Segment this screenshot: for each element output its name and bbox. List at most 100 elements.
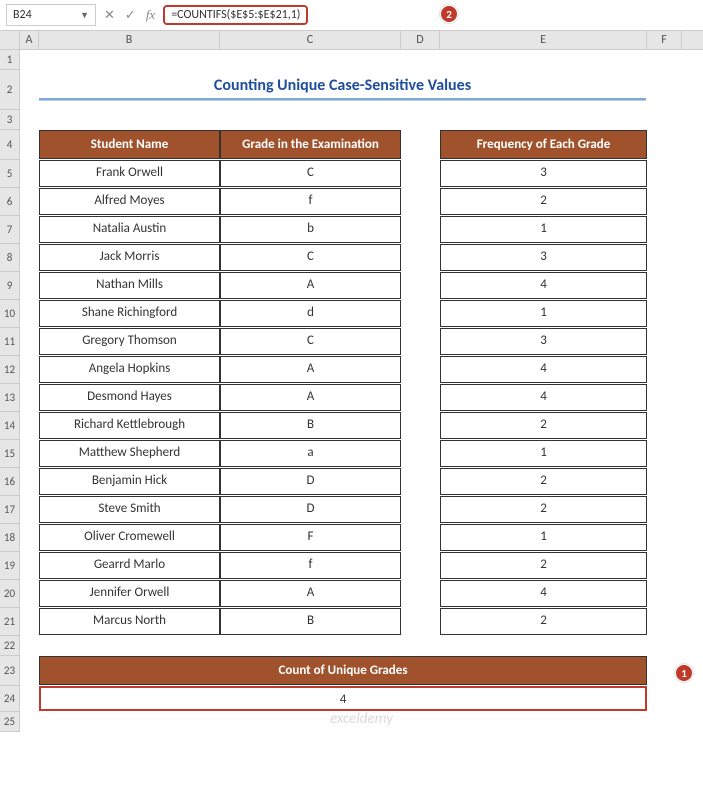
- name-box[interactable]: B24 ▼: [6, 4, 96, 26]
- fx-icon[interactable]: fx: [146, 7, 155, 23]
- cancel-icon[interactable]: ✕: [104, 8, 115, 23]
- cell-grade[interactable]: f: [220, 552, 401, 579]
- cell-grade[interactable]: f: [220, 188, 401, 215]
- cell-name[interactable]: Matthew Shepherd: [39, 440, 220, 467]
- cell-name[interactable]: Steve Smith: [39, 496, 220, 523]
- cell-freq[interactable]: 2: [440, 552, 647, 579]
- table-row: Marcus NorthB 2: [20, 608, 703, 636]
- cell-grade[interactable]: A: [220, 356, 401, 383]
- cell-freq[interactable]: 4: [440, 384, 647, 411]
- cell-name[interactable]: Gearrd Marlo: [39, 552, 220, 579]
- cell-freq[interactable]: 2: [440, 608, 647, 635]
- row-header[interactable]: 13: [0, 384, 20, 412]
- count-value-cell[interactable]: 4: [39, 686, 647, 711]
- row-header[interactable]: 23: [0, 656, 20, 686]
- cell-grade[interactable]: D: [220, 468, 401, 495]
- chevron-down-icon[interactable]: ▼: [80, 10, 89, 21]
- row-header[interactable]: 12: [0, 356, 20, 384]
- cell-freq[interactable]: 2: [440, 496, 647, 523]
- cell-freq[interactable]: 1: [440, 216, 647, 243]
- cell-freq[interactable]: 3: [440, 328, 647, 355]
- row-header[interactable]: 7: [0, 216, 20, 244]
- row-header[interactable]: 9: [0, 272, 20, 300]
- row-header[interactable]: 20: [0, 580, 20, 608]
- cell-grade[interactable]: C: [220, 244, 401, 271]
- cell-name[interactable]: Alfred Moyes: [39, 188, 220, 215]
- cell-freq[interactable]: 4: [440, 580, 647, 607]
- cell-name[interactable]: Richard Kettlebrough: [39, 412, 220, 439]
- row-header[interactable]: 21: [0, 608, 20, 636]
- row-header[interactable]: 15: [0, 440, 20, 468]
- cell-grade[interactable]: D: [220, 496, 401, 523]
- row-header[interactable]: 16: [0, 468, 20, 496]
- row-header[interactable]: 4: [0, 130, 20, 160]
- sheet[interactable]: Counting Unique Case-Sensitive Values St…: [20, 50, 703, 732]
- cell-name[interactable]: Jennifer Orwell: [39, 580, 220, 607]
- col-header-D[interactable]: D: [401, 31, 440, 49]
- row-header[interactable]: 1: [0, 50, 20, 70]
- accept-icon[interactable]: ✓: [125, 8, 136, 23]
- cell-name[interactable]: Jack Morris: [39, 244, 220, 271]
- cell-name[interactable]: Natalia Austin: [39, 216, 220, 243]
- table-row: Richard KettlebroughB 2: [20, 412, 703, 440]
- cell-grade[interactable]: B: [220, 608, 401, 635]
- row-header[interactable]: 17: [0, 496, 20, 524]
- col-header-C[interactable]: C: [220, 31, 401, 49]
- cell-name[interactable]: Gregory Thomson: [39, 328, 220, 355]
- row-header[interactable]: 19: [0, 552, 20, 580]
- table-row: Natalia Austinb 1: [20, 216, 703, 244]
- row-header[interactable]: 18: [0, 524, 20, 552]
- row-header[interactable]: 2: [0, 70, 20, 110]
- row-header[interactable]: 22: [0, 636, 20, 656]
- table-row: Steve SmithD 2: [20, 496, 703, 524]
- cell-name[interactable]: Oliver Cromewell: [39, 524, 220, 551]
- cell-freq[interactable]: 2: [440, 412, 647, 439]
- cell-name[interactable]: Nathan Mills: [39, 272, 220, 299]
- cell-grade[interactable]: A: [220, 272, 401, 299]
- cell-freq[interactable]: 4: [440, 272, 647, 299]
- table-row: Gregory ThomsonC 3: [20, 328, 703, 356]
- callout-2: 2: [440, 5, 458, 23]
- cell-freq[interactable]: 2: [440, 188, 647, 215]
- cell-freq[interactable]: 1: [440, 440, 647, 467]
- cell-freq[interactable]: 1: [440, 300, 647, 327]
- cell-name[interactable]: Marcus North: [39, 608, 220, 635]
- cell-grade[interactable]: F: [220, 524, 401, 551]
- header-student: Student Name: [39, 130, 220, 159]
- row-header[interactable]: 8: [0, 244, 20, 272]
- cell-name[interactable]: Angela Hopkins: [39, 356, 220, 383]
- row-header[interactable]: 14: [0, 412, 20, 440]
- col-header-F[interactable]: F: [647, 31, 682, 49]
- cell-freq[interactable]: 3: [440, 244, 647, 271]
- row-header[interactable]: 24: [0, 686, 20, 712]
- cell-grade[interactable]: d: [220, 300, 401, 327]
- cell-grade[interactable]: b: [220, 216, 401, 243]
- col-header-B[interactable]: B: [39, 31, 220, 49]
- row-header[interactable]: 3: [0, 110, 20, 130]
- row-header[interactable]: 11: [0, 328, 20, 356]
- col-header-E[interactable]: E: [440, 31, 647, 49]
- row-header[interactable]: 25: [0, 712, 20, 732]
- header-grade: Grade in the Examination: [220, 130, 401, 159]
- cell-grade[interactable]: B: [220, 412, 401, 439]
- cell-name[interactable]: Frank Orwell: [39, 160, 220, 187]
- cell-freq[interactable]: 4: [440, 356, 647, 383]
- cell-freq[interactable]: 2: [440, 468, 647, 495]
- cell-freq[interactable]: 1: [440, 524, 647, 551]
- formula-input[interactable]: =COUNTIFS($E$5:$E$21,1): [163, 4, 697, 26]
- cell-grade[interactable]: a: [220, 440, 401, 467]
- row-header[interactable]: 6: [0, 188, 20, 216]
- cell-freq[interactable]: 3: [440, 160, 647, 187]
- cell-grade[interactable]: C: [220, 160, 401, 187]
- row-header[interactable]: 5: [0, 160, 20, 188]
- select-all[interactable]: [0, 31, 20, 49]
- cell-name[interactable]: Desmond Hayes: [39, 384, 220, 411]
- col-header-A[interactable]: A: [20, 31, 39, 49]
- cell-name[interactable]: Shane Richingford: [39, 300, 220, 327]
- table-row: Shane Richingfordd 1: [20, 300, 703, 328]
- cell-grade[interactable]: A: [220, 580, 401, 607]
- row-header[interactable]: 10: [0, 300, 20, 328]
- cell-name[interactable]: Benjamin Hick: [39, 468, 220, 495]
- cell-grade[interactable]: A: [220, 384, 401, 411]
- cell-grade[interactable]: C: [220, 328, 401, 355]
